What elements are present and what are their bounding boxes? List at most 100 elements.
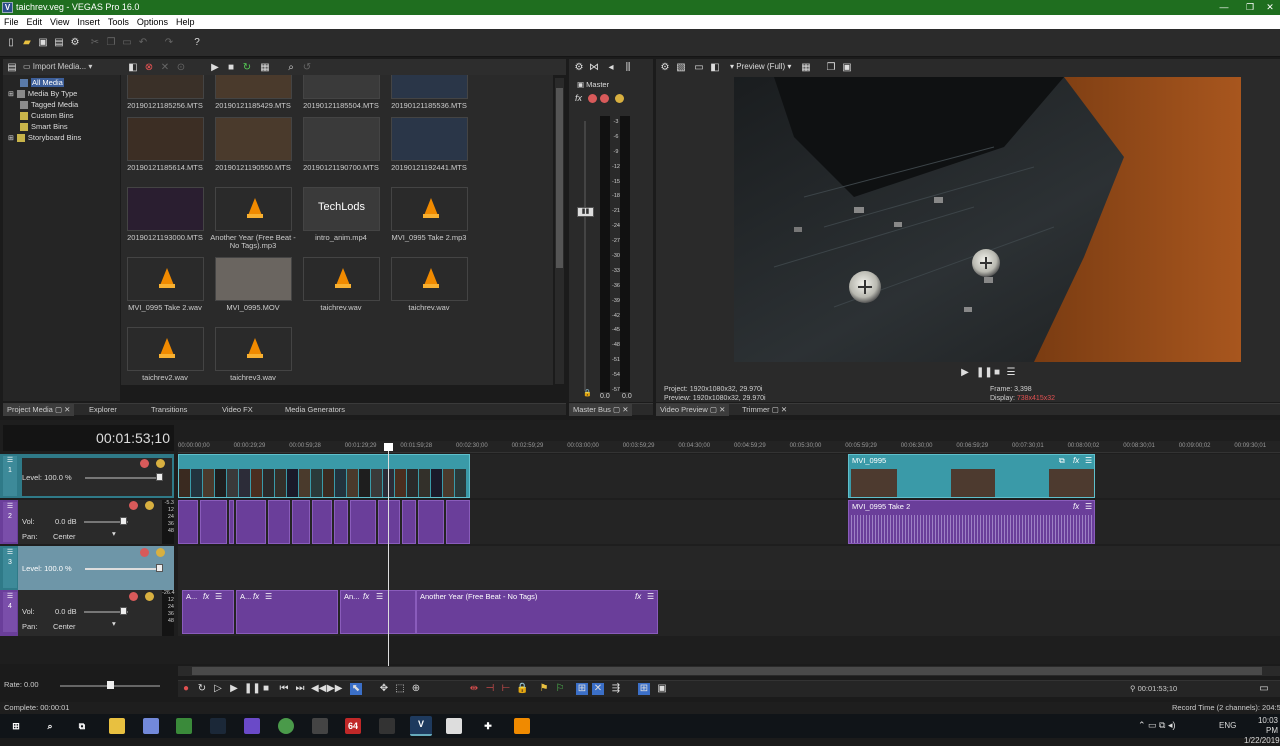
- save-icon[interactable]: ▣: [38, 37, 48, 48]
- scrollbar-thumb[interactable]: [556, 88, 563, 268]
- search-icon[interactable]: ⌕: [42, 718, 58, 734]
- go-to-start-icon[interactable]: ⏮: [278, 683, 290, 695]
- audio-clip[interactable]: [378, 500, 400, 544]
- clip-menu-icon[interactable]: ☰: [1085, 502, 1092, 511]
- whats-this-help-icon[interactable]: ?: [192, 37, 202, 48]
- audio-clip[interactable]: [292, 500, 310, 544]
- pan-crop-icon[interactable]: ⧉: [1059, 456, 1065, 466]
- ripple-edit-icon[interactable]: ⇶: [610, 683, 622, 695]
- event-fx-icon[interactable]: fx: [363, 592, 369, 601]
- track-number-4[interactable]: ☰ 4: [3, 592, 17, 632]
- preview-device-icon[interactable]: ▧: [676, 62, 686, 73]
- tab-video-preview[interactable]: Video Preview ▢ ✕: [656, 404, 730, 416]
- stop-icon[interactable]: ■: [260, 683, 272, 695]
- audio-clip[interactable]: [312, 500, 332, 544]
- audio-clip[interactable]: [402, 500, 416, 544]
- paste-icon[interactable]: ▭: [122, 37, 132, 48]
- mute-icon[interactable]: [140, 459, 149, 468]
- track-number-2[interactable]: ☰ 2: [3, 502, 17, 542]
- play-preview-icon[interactable]: ▶: [210, 62, 220, 73]
- audio-clip[interactable]: [334, 500, 348, 544]
- new-file-icon[interactable]: ▯: [6, 37, 16, 48]
- search-icon[interactable]: ⌕: [286, 62, 296, 73]
- audio-clip[interactable]: [268, 500, 290, 544]
- pause-icon[interactable]: ❚❚: [244, 683, 261, 695]
- discord-icon[interactable]: [143, 718, 159, 734]
- app-icon[interactable]: [379, 718, 395, 734]
- undo-icon[interactable]: ↶: [138, 37, 148, 48]
- solo-icon[interactable]: [145, 592, 154, 601]
- app-icon[interactable]: [176, 718, 192, 734]
- track-header-1[interactable]: ☰ 1 Level: 100.0 %: [0, 454, 174, 498]
- media-item[interactable]: TechLods intro_anim.mp4: [297, 187, 385, 257]
- media-item[interactable]: Another Year (Free Beat - No Tags).mp3: [209, 187, 297, 257]
- tree-item-storyboard-bins[interactable]: ⊞ Storyboard Bins: [8, 133, 81, 143]
- master-lock-icon[interactable]: 🔒: [583, 389, 592, 397]
- photos-icon[interactable]: [446, 718, 462, 734]
- media-item[interactable]: 20190121193000.MTS: [121, 187, 209, 257]
- preview-quality-dropdown[interactable]: ▾ Preview (Full) ▾: [730, 62, 791, 71]
- tree-item-smart-bins[interactable]: Smart Bins: [20, 122, 68, 132]
- master-fx-icon[interactable]: fx: [575, 93, 582, 103]
- clip-menu-icon[interactable]: ☰: [376, 592, 383, 601]
- menu-insert[interactable]: Insert: [73, 15, 104, 29]
- menu-file[interactable]: File: [0, 15, 23, 29]
- media-scrollbar[interactable]: [555, 78, 564, 384]
- tab-trimmer[interactable]: Trimmer ▢ ✕: [738, 404, 791, 416]
- record-icon[interactable]: ●: [180, 683, 192, 695]
- downmix-icon[interactable]: ⋈: [589, 62, 599, 73]
- video-clip-mvi[interactable]: MVI_0995 ⧉ fx ☰: [848, 454, 1095, 498]
- properties-gear-icon[interactable]: ⚙: [70, 37, 80, 48]
- preview-stop-icon[interactable]: ■: [992, 367, 1002, 378]
- level-slider-knob[interactable]: [156, 564, 163, 572]
- save-snapshot-icon[interactable]: ▣: [842, 62, 852, 73]
- trim-end-icon[interactable]: ⊢: [500, 683, 512, 695]
- menu-view[interactable]: View: [46, 15, 73, 29]
- track-number-1[interactable]: ☰ 1: [3, 456, 17, 496]
- media-item[interactable]: 20190121192441.MTS: [385, 117, 473, 187]
- mixer-gear-icon[interactable]: ⚙: [574, 62, 584, 73]
- vlc-icon[interactable]: [514, 718, 530, 734]
- tree-item-tagged-media[interactable]: Tagged Media: [20, 100, 78, 110]
- open-folder-icon[interactable]: ▰: [22, 37, 32, 48]
- solo-icon[interactable]: [145, 501, 154, 510]
- audio-clip[interactable]: [418, 500, 444, 544]
- clip-menu-icon[interactable]: ☰: [215, 592, 222, 601]
- auto-crossfade-icon[interactable]: ✕: [592, 683, 604, 695]
- mute-icon[interactable]: [140, 548, 149, 557]
- vegas-taskbar-icon[interactable]: V: [410, 716, 432, 736]
- fullscreen-icon[interactable]: ▭: [1258, 683, 1270, 695]
- preview-settings-gear-icon[interactable]: ⚙: [660, 62, 670, 73]
- menu-tools[interactable]: Tools: [104, 15, 133, 29]
- master-mute-icon[interactable]: [588, 94, 597, 103]
- steam-icon[interactable]: [210, 718, 226, 734]
- cpuz-icon[interactable]: 64: [345, 718, 361, 734]
- media-item[interactable]: 20190121190550.MTS: [209, 117, 297, 187]
- tab-transitions[interactable]: Transitions: [147, 404, 191, 416]
- chrome-icon[interactable]: [278, 718, 294, 734]
- go-to-end-icon[interactable]: ⏭: [294, 683, 306, 695]
- next-frame-icon[interactable]: ▶▶: [327, 683, 342, 695]
- tab-media-generators[interactable]: Media Generators: [281, 404, 349, 416]
- media-item[interactable]: MVI_0995.MOV: [209, 257, 297, 327]
- playhead-cursor[interactable]: [388, 445, 389, 667]
- file-explorer-icon[interactable]: [109, 718, 125, 734]
- task-view-icon[interactable]: ⧉: [74, 718, 90, 734]
- play-from-start-icon[interactable]: ▷: [212, 683, 224, 695]
- trim-start-icon[interactable]: ⊣: [484, 683, 496, 695]
- ignore-event-grouping-icon[interactable]: ▣: [656, 683, 668, 695]
- timeline-ruler[interactable]: 00:00:00;00 00:00:29;29 00:00:59;28 00:01:2…: [178, 441, 1280, 453]
- insert-marker-icon[interactable]: ⚑: [538, 683, 550, 695]
- language-indicator[interactable]: ENG: [1219, 721, 1236, 730]
- tree-item-media-by-type[interactable]: ⊞ Media By Type: [8, 89, 77, 99]
- track-header-4[interactable]: ☰ 4 Vol: 0.0 dB Pan: Center ▾ -26.4 12 24 36…: [0, 590, 175, 636]
- clock[interactable]: 10:03 PM 1/22/2019: [1244, 716, 1280, 746]
- menu-edit[interactable]: Edit: [23, 15, 47, 29]
- lock-icon[interactable]: 🔒: [516, 683, 528, 695]
- event-fx-icon[interactable]: fx: [253, 592, 259, 601]
- solo-icon[interactable]: [156, 459, 165, 468]
- playhead-handle[interactable]: [384, 443, 393, 451]
- cut-icon[interactable]: ✂: [90, 37, 100, 48]
- audio-clip[interactable]: [229, 500, 234, 544]
- media-item[interactable]: MVI_0995 Take 2.wav: [121, 257, 209, 327]
